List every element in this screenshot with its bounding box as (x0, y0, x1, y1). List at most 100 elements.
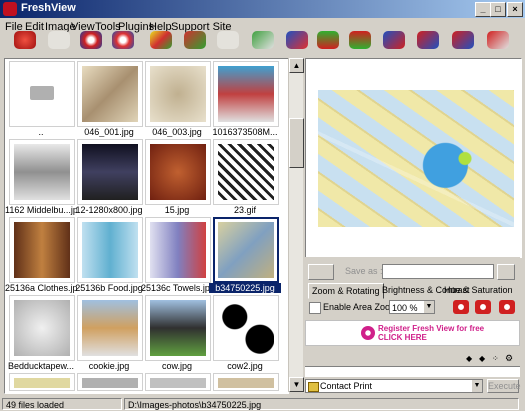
flip-button[interactable] (499, 300, 515, 314)
toolbar-export-button[interactable] (345, 27, 375, 53)
zoom-select[interactable]: 100 % ▼ (389, 300, 435, 314)
print-icon (383, 31, 405, 49)
thumbnail[interactable] (9, 139, 75, 205)
execute-button[interactable]: Execute (487, 379, 521, 393)
plugin-toolbar: ◆ ◆ ⁘ ⚙ (305, 352, 520, 366)
preview-image (318, 90, 514, 227)
scroll-up-button[interactable]: ▲ (289, 58, 304, 73)
plugin-row: Contact Print ▼ Execute (305, 378, 521, 394)
maximize-button[interactable]: □ (490, 2, 506, 17)
title-bar: FreshView _ □ × (0, 0, 525, 18)
thumbnail[interactable] (213, 61, 279, 127)
toolbar-globe-button[interactable] (108, 27, 138, 53)
flower-icon (361, 326, 375, 340)
settings-icon[interactable]: ⚙ (505, 353, 513, 364)
open-icon (14, 31, 36, 49)
thumbnail[interactable] (9, 61, 75, 127)
area-zoom-label: Enable Area Zoom (323, 302, 398, 312)
toolbar-copy-button[interactable] (248, 27, 278, 53)
toolbar-open-button[interactable] (10, 27, 40, 53)
status-path: D:\Images-photos\b34750225.jpg (124, 398, 519, 410)
thumbnail[interactable] (9, 373, 75, 391)
thumbnail-caption: 1162 Middelbu...jpg (5, 205, 77, 215)
thumbnail-caption: cow.jpg (161, 361, 193, 371)
chevron-down-icon: ▼ (472, 380, 482, 392)
banner-line1: Register Fresh View for free (378, 324, 485, 333)
disabled2-icon (217, 31, 239, 49)
toolbar-delete-button[interactable] (483, 27, 513, 53)
scroll-thumb[interactable] (289, 118, 304, 168)
thumbnail[interactable] (145, 139, 211, 205)
rotate-right-button[interactable] (475, 300, 491, 314)
thumbnail-caption: 046_003.jpg (152, 127, 202, 137)
thumbnail[interactable] (9, 295, 75, 361)
save-as-input[interactable] (382, 264, 494, 279)
toolbar-slideshow-button[interactable] (180, 27, 210, 53)
thumbnail-caption: 15.jpg (164, 205, 190, 215)
thumbnail-scrollbar[interactable]: ▲ ▼ (288, 58, 304, 392)
thumbnail-caption-selected: b34750225.jpg (209, 283, 281, 293)
plugin-select[interactable]: Contact Print ▼ (305, 379, 483, 393)
scroll-down-button[interactable]: ▼ (289, 377, 304, 392)
thumbnail[interactable] (9, 217, 75, 283)
area-zoom-checkbox[interactable] (309, 302, 321, 314)
thumbnail-selected[interactable] (213, 217, 279, 283)
toolbar-print-button[interactable] (379, 27, 409, 53)
thumbnail[interactable] (77, 139, 143, 205)
toolbar-disabled-button[interactable] (44, 27, 74, 53)
plugin-select-value: Contact Print (320, 381, 373, 391)
contact-print-icon (308, 382, 319, 392)
check-icon (417, 31, 439, 49)
thumbnail-caption: 25136b Food.jpg (75, 283, 143, 293)
parent-folder-icon (30, 86, 54, 100)
thumbnail[interactable] (145, 217, 211, 283)
thumbnail[interactable] (213, 373, 279, 391)
status-files: 49 files loaded (2, 398, 122, 410)
import-icon (317, 31, 339, 49)
register-banner[interactable]: Register Fresh View for free CLICK HERE (305, 320, 520, 346)
thumbnail-caption: 12-1280x800.jpg (75, 205, 143, 215)
thumbnail[interactable] (145, 295, 211, 361)
toolbar-edit-button[interactable] (282, 27, 312, 53)
plugin-output (305, 366, 520, 377)
diamond2-icon[interactable]: ◆ (479, 354, 485, 363)
thumbnail[interactable] (213, 295, 279, 361)
check2-icon (452, 31, 474, 49)
dots-icon[interactable]: ⁘ (492, 354, 499, 363)
disabled-icon (48, 31, 70, 49)
thumbnail-caption: 1016373508M... (212, 127, 278, 137)
copy-icon (252, 31, 274, 49)
thumbnail-caption: .. (38, 127, 44, 137)
thumbnail[interactable] (77, 373, 143, 391)
toolbar-compass-button[interactable] (76, 27, 106, 53)
toolbar-disabled2-button[interactable] (213, 27, 243, 53)
save-as-next-button[interactable] (497, 264, 515, 280)
thumbnail[interactable] (77, 217, 143, 283)
thumbnail[interactable] (145, 61, 211, 127)
save-as-prev-button[interactable] (308, 264, 334, 280)
toolbar-check2-button[interactable] (448, 27, 478, 53)
close-button[interactable]: × (507, 2, 523, 17)
thumbnail[interactable] (145, 373, 211, 391)
minimize-button[interactable]: _ (475, 2, 491, 17)
diamond-icon[interactable]: ◆ (466, 354, 472, 363)
thumbnail-caption: 25136c Towels.jpg (141, 283, 213, 293)
preview-pane (305, 58, 522, 258)
globe-icon (112, 31, 134, 49)
chevron-down-icon: ▼ (424, 301, 434, 313)
trash-icon (487, 31, 509, 49)
thumbnail[interactable] (77, 61, 143, 127)
export-icon (349, 31, 371, 49)
edit-icon (286, 31, 308, 49)
tab-hue-saturation[interactable]: Hue & Saturation (441, 283, 516, 297)
app-icon (3, 2, 17, 16)
thumbnail[interactable] (77, 295, 143, 361)
thumbnail-grid: .. 046_001.jpg 046_003.jpg 1016373508M..… (4, 58, 289, 394)
toolbar-check-button[interactable] (413, 27, 443, 53)
rotate-left-button[interactable] (453, 300, 469, 314)
thumbnail-caption: 25136a Clothes.jpg (5, 283, 77, 293)
thumbnail[interactable] (213, 139, 279, 205)
compass-icon (80, 31, 102, 49)
toolbar-import-button[interactable] (313, 27, 343, 53)
toolbar-effects-button[interactable] (146, 27, 176, 53)
